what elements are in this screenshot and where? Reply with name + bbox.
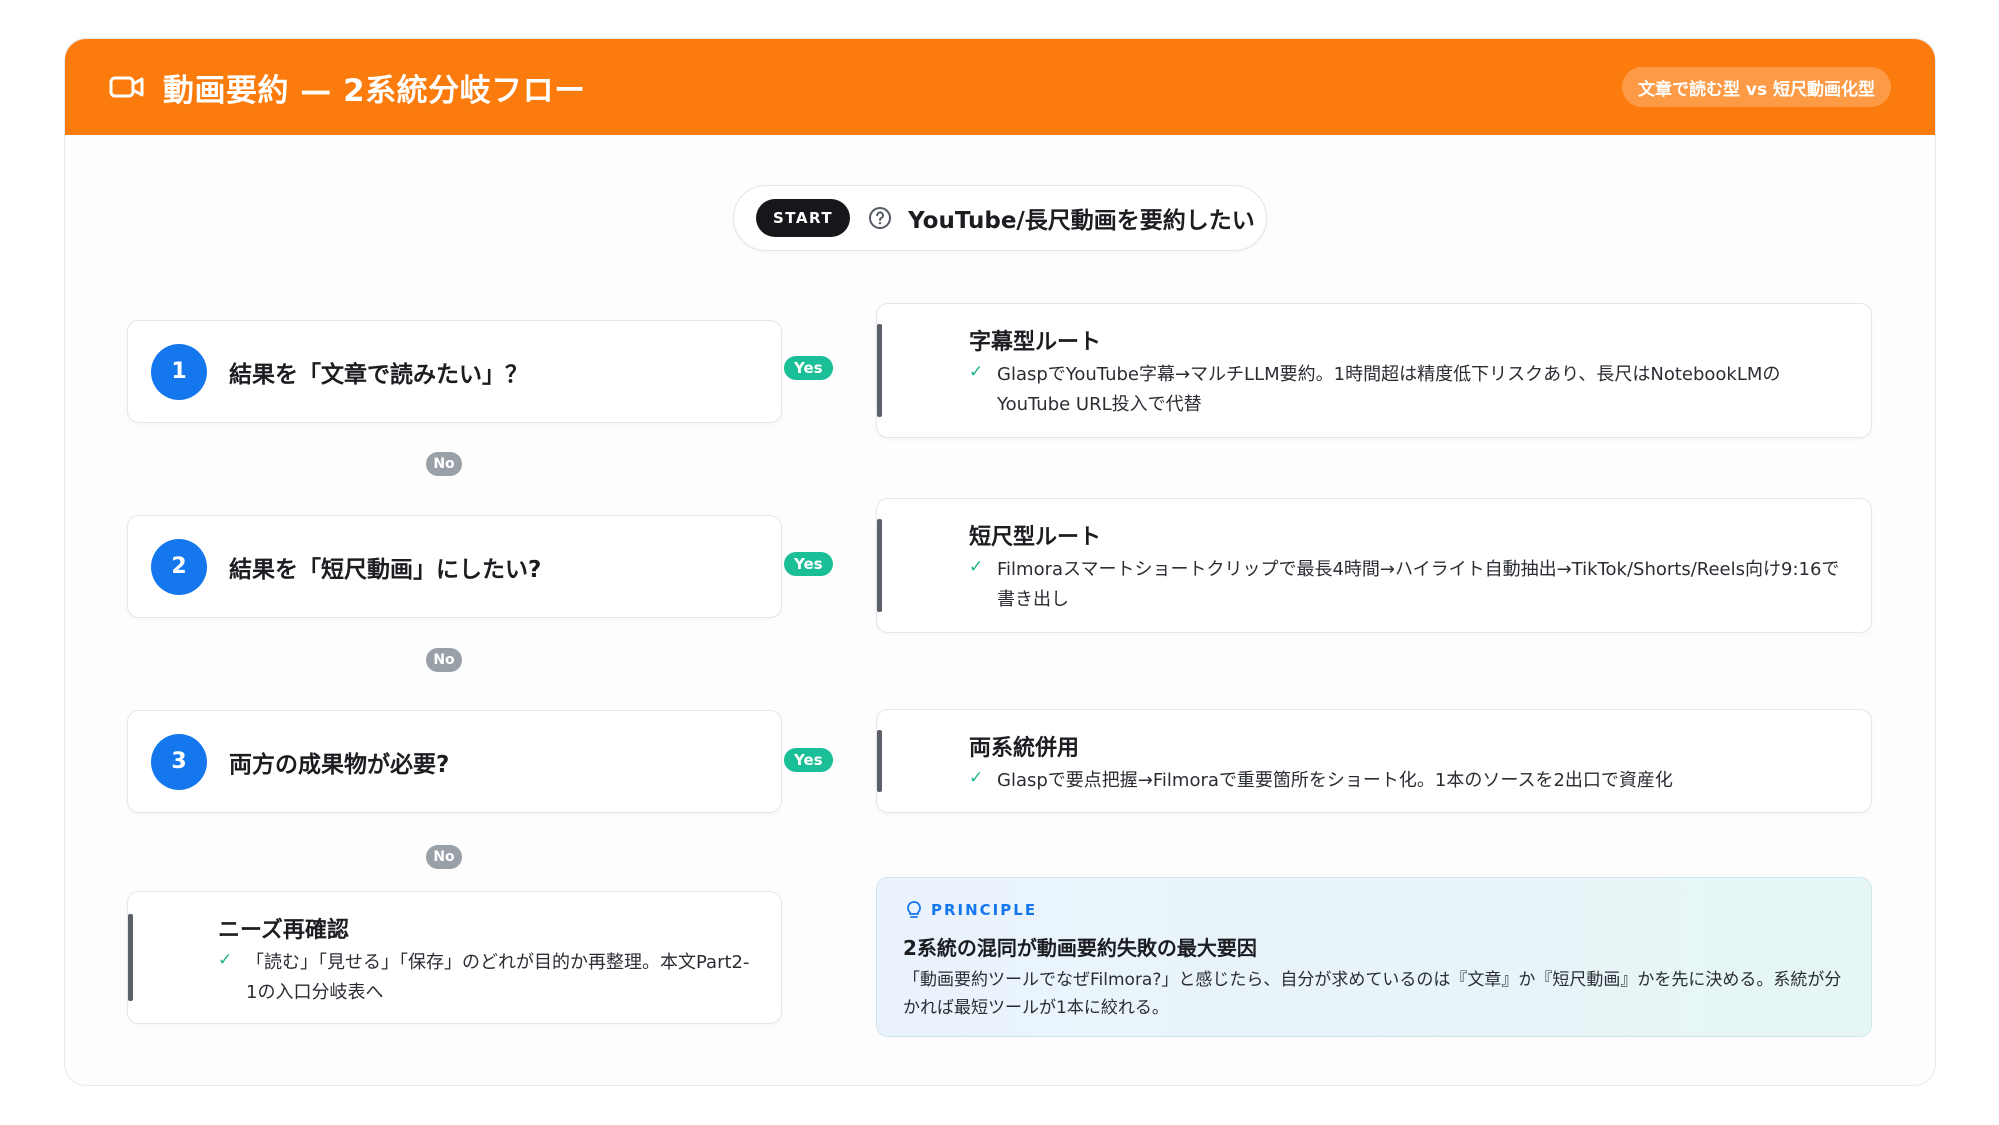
yes-label: Yes [784,748,833,772]
header-tag: 文章で読む型 vs 短尺動画化型 [1621,67,1891,107]
start-question: YouTube/長尺動画を要約したい [908,208,1255,234]
no-label: No [426,648,462,672]
accent-bar [128,914,133,1001]
page-title: 動画要約 — 2系統分岐フロー [163,72,586,109]
principle-description: 「動画要約ツールでなぜFilmora?」と感じたら、自分が求めているのは『文章』… [903,970,1842,1018]
start-node: START YouTube/長尺動画を要約したい [733,185,1267,251]
question-node-2: 2 結果を「短尺動画」にしたい? [127,515,782,618]
step-number-badge: 1 [151,343,207,400]
principle-card: PRINCIPLE 2系統の混同が動画要約失敗の最大要因 「動画要約ツールでなぜ… [876,877,1872,1037]
step-number-badge: 2 [151,538,207,595]
fallback-title: ニーズ再確認 [218,918,349,943]
question-text: 結果を「文章で読みたい」？ [229,361,528,388]
principle-label: PRINCIPLE [931,901,1038,919]
route-title: 短尺型ルート [969,525,1102,550]
lightbulb-icon [907,901,921,918]
question-text: 結果を「短尺動画」にしたい? [229,556,542,583]
fallback-card: ニーズ再確認 ✓ 「読む」「見せる」「保存」のどれが目的か再整理。本文Part2… [127,891,782,1024]
question-node-1: 1 結果を「文章で読みたい」？ [127,320,782,423]
principle-title: 2系統の混同が動画要約失敗の最大要因 [903,936,1257,960]
route-title: 字幕型ルート [969,330,1102,355]
question-node-3: 3 両方の成果物が必要? [127,710,782,813]
check-icon: ✓ [969,362,984,382]
start-badge: START [756,199,851,237]
no-label: No [426,452,462,476]
fallback-description: 「読む」「見せる」「保存」のどれが目的か再整理。本文Part2-1の入口分岐表へ [246,952,750,1003]
accent-bar [877,324,882,417]
step-number-badge: 3 [151,733,207,790]
header-bar: 動画要約 — 2系統分岐フロー 文章で読む型 vs 短尺動画化型 [65,39,1935,135]
check-icon: ✓ [969,768,984,788]
route-description: Glaspで要点把握→Filmoraで重要箇所をショート化。1本のソースを2出口… [997,770,1673,791]
no-label: No [426,845,462,869]
yes-label: Yes [784,356,833,380]
question-circle-icon [869,207,892,229]
route-title: 両系統併用 [969,736,1080,761]
route-card-both: 両系統併用 ✓ Glaspで要点把握→Filmoraで重要箇所をショート化。1本… [876,709,1872,813]
route-card-short: 短尺型ルート ✓ Filmoraスマートショートクリップで最長4時間→ハイライト… [876,498,1872,633]
route-card-subtitle: 字幕型ルート ✓ GlaspでYouTube字幕→マルチLLM要約。1時間超は精… [876,303,1872,438]
accent-bar [877,519,882,612]
route-description: GlaspでYouTube字幕→マルチLLM要約。1時間超は精度低下リスクあり、… [997,364,1781,415]
route-description: Filmoraスマートショートクリップで最長4時間→ハイライト自動抽出→TikT… [997,559,1840,610]
question-text: 両方の成果物が必要? [229,751,450,778]
check-icon: ✓ [969,557,984,577]
yes-label: Yes [784,552,833,576]
check-icon: ✓ [218,950,233,970]
video-camera-icon [109,76,144,98]
accent-bar [877,730,882,792]
